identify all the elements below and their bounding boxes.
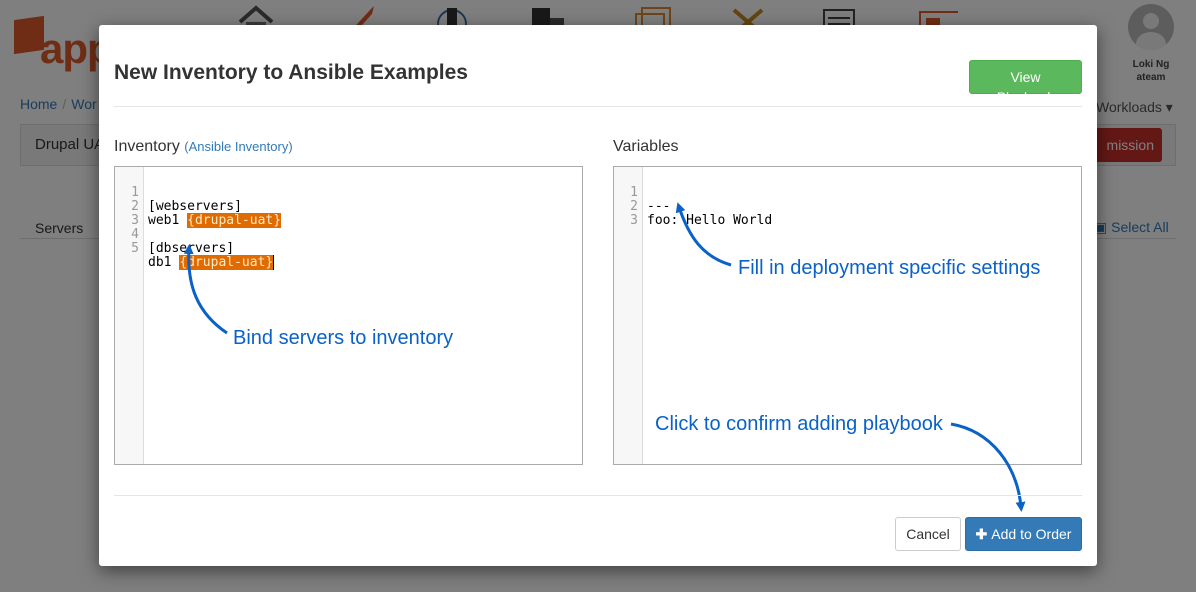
inventory-label: Inventory (Ansible Inventory) [114, 137, 293, 157]
modal-title: New Inventory to Ansible Examples [114, 61, 468, 84]
new-inventory-modal: New Inventory to Ansible Examples View P… [99, 25, 1097, 566]
line-number: 5 [131, 241, 139, 256]
inventory-line: 5 db1 {drupal-uat} [115, 228, 275, 270]
inventory-label-text: Inventory [114, 138, 180, 155]
inventory-line: 2 web1 {drupal-uat} [115, 186, 282, 228]
inventory-editor[interactable]: 1 [webservers] 2 web1 {drupal-uat} 3 4 [… [114, 166, 583, 465]
variables-label: Variables [613, 138, 679, 155]
variables-line: 3 [614, 200, 661, 228]
inventory-line: 1 [webservers] [115, 172, 242, 214]
code-text: web1 {drupal-uat} [148, 213, 282, 228]
ansible-inventory-link[interactable]: (Ansible Inventory) [184, 139, 292, 154]
line-number: 3 [630, 213, 638, 228]
add-to-order-label: Add to Order [991, 526, 1072, 542]
cancel-button[interactable]: Cancel [895, 517, 961, 551]
inventory-line: 4 [dbservers] [115, 214, 234, 256]
view-playbook-button[interactable]: View Playbook [969, 60, 1082, 105]
footer-divider [114, 495, 1082, 496]
code-host: db1 [148, 255, 180, 270]
header-divider [114, 106, 1082, 107]
bind-servers-annotation: Bind servers to inventory [233, 327, 454, 349]
code-text: foo: Hello World [647, 213, 773, 228]
plus-icon: ✚ [975, 526, 988, 542]
add-to-order-button[interactable]: ✚ Add to Order [965, 517, 1082, 551]
server-tag-highlight[interactable]: {drupal-uat} [187, 213, 282, 228]
server-tag-highlight[interactable]: {drupal-uat} [179, 255, 275, 270]
fill-settings-annotation: Fill in deployment specific settings [738, 257, 1041, 279]
variables-line: 2 foo: Hello World [614, 186, 772, 228]
inventory-line: 3 [115, 200, 162, 228]
code-text: [webservers] [148, 199, 242, 214]
code-text: db1 {drupal-uat} [148, 255, 275, 270]
variables-line: 1 --- [614, 172, 670, 214]
confirm-annotation: Click to confirm adding playbook [655, 413, 943, 435]
